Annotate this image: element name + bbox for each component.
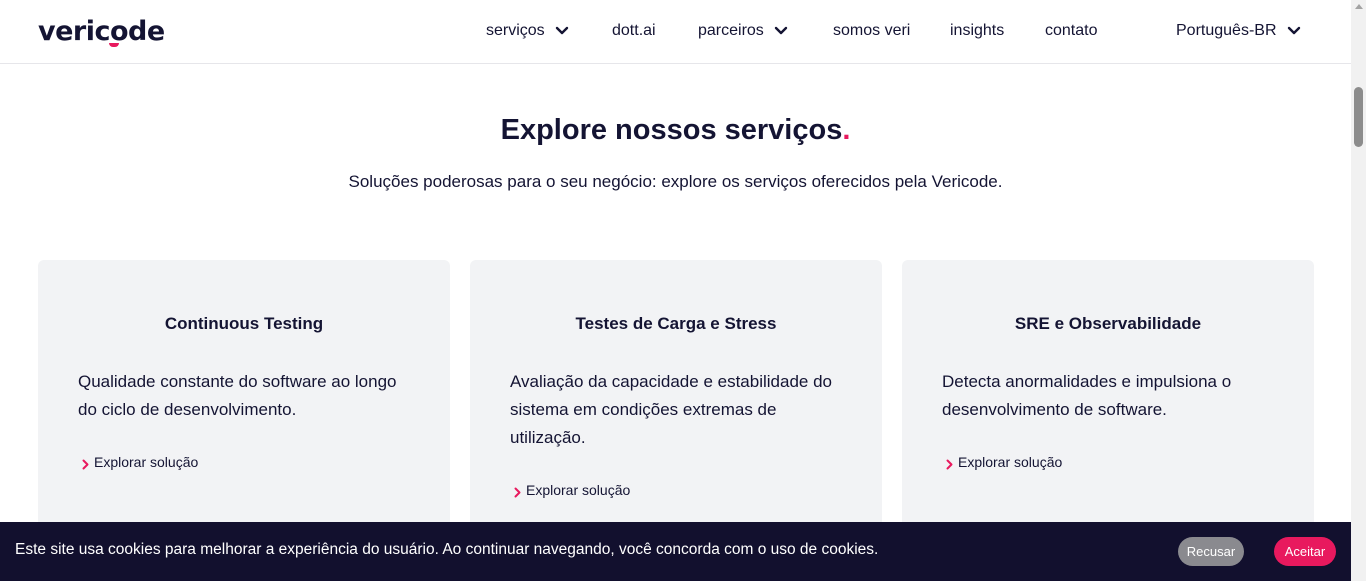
service-card-sre-observabilidade: SRE e Observabilidade Detecta anormalida… bbox=[902, 260, 1314, 560]
cookie-message: Este site usa cookies para melhorar a ex… bbox=[15, 541, 879, 558]
page-title-text: Explore nossos serviços bbox=[500, 114, 843, 146]
chevron-right-icon bbox=[82, 457, 89, 469]
nav-label: contato bbox=[1045, 22, 1098, 39]
page-subtitle: Soluções poderosas para o seu negócio: e… bbox=[348, 172, 1003, 191]
chevron-right-icon bbox=[946, 457, 953, 469]
language-selector[interactable]: Português-BR bbox=[1176, 22, 1301, 40]
nav-label: dott.ai bbox=[612, 22, 656, 39]
nav-label: somos veri bbox=[833, 22, 911, 39]
nav-label: parceiros bbox=[698, 22, 764, 39]
service-card-testes-de-carga: Testes de Carga e Stress Avaliação da ca… bbox=[470, 260, 882, 560]
title-accent-dot: . bbox=[842, 114, 851, 146]
card-title: Testes de Carga e Stress bbox=[575, 314, 777, 333]
service-card-continuous-testing: Continuous Testing Qualidade constante d… bbox=[38, 260, 450, 560]
nav-label: serviços bbox=[486, 22, 545, 39]
card-title: Continuous Testing bbox=[164, 314, 324, 333]
nav-item-parceiros[interactable]: parceiros bbox=[698, 22, 788, 40]
main-nav: serviços dott.ai parceiros somos veri in… bbox=[0, 0, 1351, 64]
card-description: Avaliação da capacidade e estabilidade d… bbox=[510, 372, 832, 447]
cookie-banner: Este site usa cookies para melhorar a ex… bbox=[0, 522, 1351, 581]
link-label: Explorar solução bbox=[94, 454, 199, 470]
card-description: Qualidade constante do software ao longo… bbox=[78, 372, 397, 419]
explore-solution-link[interactable]: Explorar solução bbox=[946, 454, 1062, 470]
scroll-up-arrow-icon[interactable] bbox=[1355, 4, 1363, 9]
page-title: Explore nossos serviços. bbox=[0, 114, 1351, 147]
chevron-right-icon bbox=[514, 485, 521, 497]
explore-solution-link[interactable]: Explorar solução bbox=[514, 482, 630, 498]
language-label: Português-BR bbox=[1176, 22, 1277, 39]
nav-item-contato[interactable]: contato bbox=[1045, 22, 1097, 40]
chevron-down-icon bbox=[1287, 26, 1301, 36]
nav-item-dott-ai[interactable]: dott.ai bbox=[612, 22, 656, 40]
nav-label: insights bbox=[950, 22, 1005, 39]
scrollbar-thumb[interactable] bbox=[1354, 87, 1363, 147]
site-header: vericode serviços dott.ai parceiros somo… bbox=[0, 0, 1351, 64]
nav-item-servicos[interactable]: serviços bbox=[486, 22, 569, 40]
page-scrollbar[interactable] bbox=[1351, 0, 1366, 581]
nav-item-somos-veri[interactable]: somos veri bbox=[833, 22, 910, 40]
reject-cookies-button[interactable]: Recusar bbox=[1178, 537, 1244, 566]
link-label: Explorar solução bbox=[958, 454, 1063, 470]
explore-solution-link[interactable]: Explorar solução bbox=[82, 454, 198, 470]
nav-item-insights[interactable]: insights bbox=[950, 22, 1004, 40]
link-label: Explorar solução bbox=[526, 482, 631, 498]
accept-cookies-button[interactable]: Aceitar bbox=[1274, 537, 1336, 566]
chevron-down-icon bbox=[555, 26, 569, 36]
card-description: Detecta anormalidades e impulsiona o des… bbox=[942, 372, 1232, 419]
card-title: SRE e Observabilidade bbox=[1014, 314, 1202, 333]
chevron-down-icon bbox=[774, 26, 788, 36]
